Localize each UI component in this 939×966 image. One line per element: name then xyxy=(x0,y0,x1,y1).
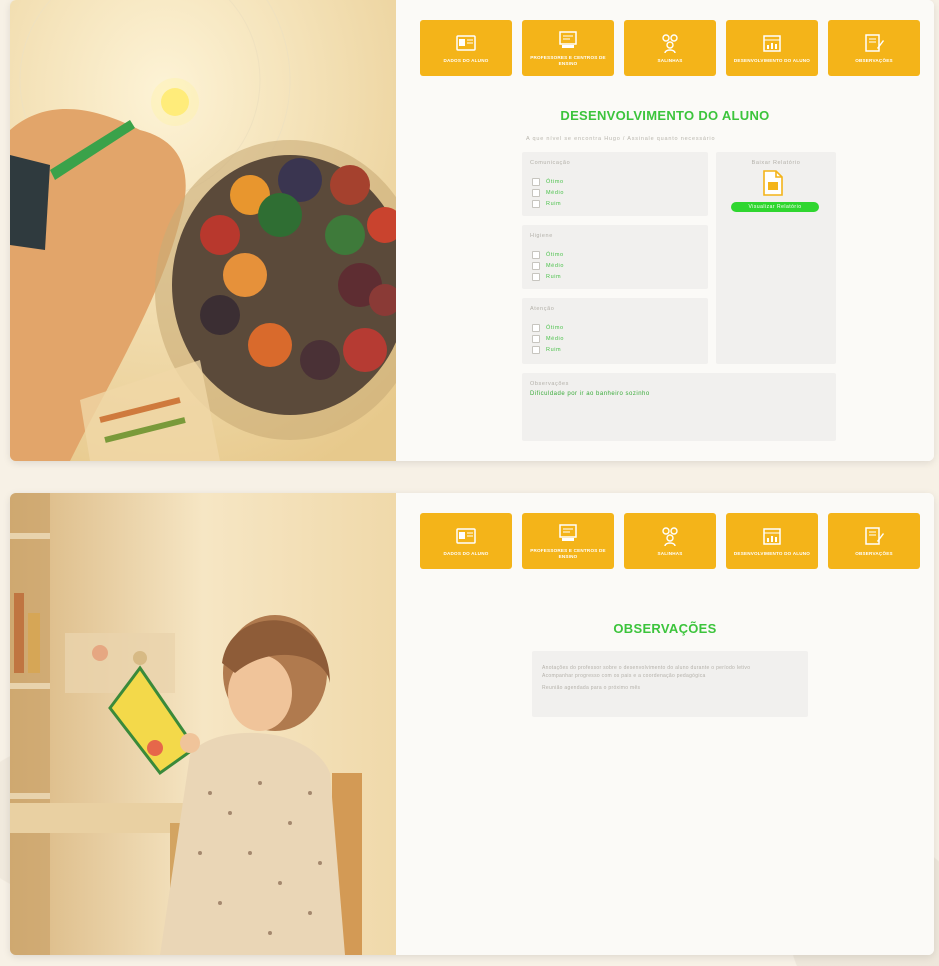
checkbox[interactable] xyxy=(532,178,540,186)
observations-box: Observações Dificuldade por ir ao banhei… xyxy=(522,373,836,441)
nav-tile-salinhas[interactable]: Salinhas xyxy=(624,513,716,569)
observation-line: Anotações do professor sobre o desenvolv… xyxy=(542,665,751,671)
checkbox[interactable] xyxy=(532,335,540,343)
nav-tile-desenvolvimento[interactable]: Desenvolvimento do Aluno xyxy=(726,513,818,569)
nav-tile-label: Dados do Aluno xyxy=(443,551,489,557)
checkbox[interactable] xyxy=(532,262,540,270)
pdf-document-icon[interactable] xyxy=(762,170,784,196)
development-screen: Dados do Aluno Professores e Centros de … xyxy=(10,0,934,461)
people-group-icon xyxy=(662,34,678,54)
checkbox[interactable] xyxy=(532,273,540,281)
nav-tiles: Dados do Aluno Professores e Centros de … xyxy=(420,513,920,569)
nav-tile-label: Desenvolvimento do Aluno xyxy=(733,58,811,64)
nav-tile-desenvolvimento[interactable]: Desenvolvimento do Aluno xyxy=(726,20,818,76)
checkbox[interactable] xyxy=(532,200,540,208)
school-board-icon xyxy=(559,524,577,542)
school-board-icon xyxy=(559,31,577,49)
instruction-text: A que nível se encontra Hugo / Assinale … xyxy=(526,136,716,142)
nav-tile-label: Desenvolvimento do Aluno xyxy=(733,551,811,557)
observations-screen: Dados do Aluno Professores e Centros de … xyxy=(10,493,934,955)
view-report-button[interactable]: Visualizar Relatório xyxy=(731,202,819,212)
option-otimo[interactable]: Ótimo xyxy=(532,324,564,332)
nav-tile-label: Observações xyxy=(855,58,893,64)
section-comunicacao: Comunicação Ótimo Médio Ruim xyxy=(522,152,708,216)
nav-tile-label: Professores e Centros de Ensino xyxy=(530,55,606,66)
option-otimo[interactable]: Ótimo xyxy=(532,251,564,259)
observations-text[interactable]: Dificuldade por ir ao banheiro sozinho xyxy=(530,391,650,397)
section-heading: Higiene xyxy=(530,233,553,239)
child-drawing-photo xyxy=(10,493,396,955)
nav-tile-label: Observações xyxy=(855,551,893,557)
option-otimo[interactable]: Ótimo xyxy=(532,178,564,186)
report-box: Baixar Relatório Visualizar Relatório xyxy=(716,152,836,364)
section-atencao: Atenção Ótimo Médio Ruim xyxy=(522,298,708,364)
nav-tile-label: Salinhas xyxy=(657,551,683,557)
people-group-icon xyxy=(662,527,678,547)
nav-tile-label: Professores e Centros de Ensino xyxy=(530,548,606,559)
id-card-icon xyxy=(456,528,476,544)
nav-tile-observacoes[interactable]: Observações xyxy=(828,513,920,569)
checkbox[interactable] xyxy=(532,189,540,197)
observations-card[interactable]: Anotações do professor sobre o desenvolv… xyxy=(532,651,808,717)
page-title: DESENVOLVIMENTO DO ALUNO xyxy=(560,108,770,123)
observations-heading: Observações xyxy=(530,381,570,387)
option-ruim[interactable]: Ruim xyxy=(532,346,561,354)
option-ruim[interactable]: Ruim xyxy=(532,273,561,281)
page-title: OBSERVAÇÕES xyxy=(613,621,717,636)
nav-tile-dados-do-aluno[interactable]: Dados do Aluno xyxy=(420,513,512,569)
notepad-pen-icon xyxy=(865,34,884,52)
option-medio[interactable]: Médio xyxy=(532,335,564,343)
nav-tiles: Dados do Aluno Professores e Centros de … xyxy=(420,20,920,76)
section-heading: Comunicação xyxy=(530,160,571,166)
option-ruim[interactable]: Ruim xyxy=(532,200,561,208)
crayons-photo xyxy=(10,0,396,461)
calendar-chart-icon xyxy=(763,35,781,52)
calendar-chart-icon xyxy=(763,528,781,545)
nav-tile-observacoes[interactable]: Observações xyxy=(828,20,920,76)
option-medio[interactable]: Médio xyxy=(532,189,564,197)
nav-tile-label: Salinhas xyxy=(657,58,683,64)
report-heading: Baixar Relatório xyxy=(751,160,801,166)
checkbox[interactable] xyxy=(532,324,540,332)
section-higiene: Higiene Ótimo Médio Ruim xyxy=(522,225,708,289)
nav-tile-dados-do-aluno[interactable]: Dados do Aluno xyxy=(420,20,512,76)
nav-tile-professores[interactable]: Professores e Centros de Ensino xyxy=(522,513,614,569)
section-heading: Atenção xyxy=(530,306,555,312)
nav-tile-salinhas[interactable]: Salinhas xyxy=(624,20,716,76)
option-medio[interactable]: Médio xyxy=(532,262,564,270)
observation-line: Acompanhar progresso com os pais e a coo… xyxy=(542,673,706,679)
nav-tile-label: Dados do Aluno xyxy=(443,58,489,64)
checkbox[interactable] xyxy=(532,251,540,259)
notepad-pen-icon xyxy=(865,527,884,545)
checkbox[interactable] xyxy=(532,346,540,354)
nav-tile-professores[interactable]: Professores e Centros de Ensino xyxy=(522,20,614,76)
observation-line: Reunião agendada para o próximo mês xyxy=(542,685,641,691)
id-card-icon xyxy=(456,35,476,51)
